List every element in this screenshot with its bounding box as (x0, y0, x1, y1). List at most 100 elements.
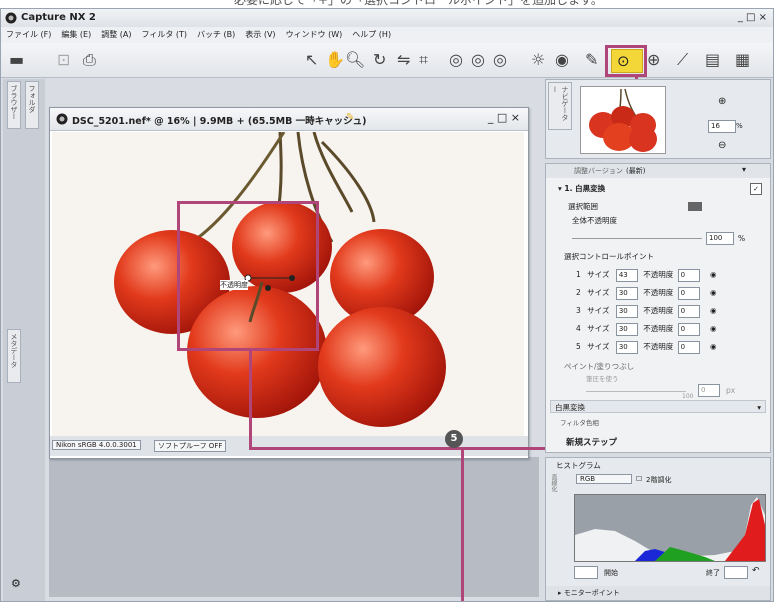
histogram-start-field[interactable] (574, 566, 598, 579)
monitor-point-label: モニターポイント (563, 589, 620, 597)
arrow-tool-icon[interactable]: ↖ (305, 52, 318, 68)
tab-folder[interactable]: フォルダ (25, 81, 39, 129)
document-title: DSC_5201.nef* @ 16% | 9.9MB + (65.5MB 一時… (72, 116, 367, 127)
crop-icon[interactable]: ⌗ (419, 52, 428, 68)
point-size-field[interactable]: 43 (615, 268, 638, 282)
point-opacity-field[interactable]: 0 (677, 304, 700, 318)
menu-view[interactable]: 表示 (V) (240, 27, 280, 42)
zoom-value-field[interactable]: 16 (708, 120, 736, 133)
reset-icon[interactable]: ↶ (752, 566, 760, 576)
color-control-point-icon[interactable]: ⊕ (647, 52, 660, 68)
tab-browser[interactable]: ブラウザー (7, 81, 21, 129)
end-label: 終了 (706, 569, 720, 577)
point-size-field[interactable]: 30 (615, 340, 638, 354)
control-point-row[interactable]: 2 サイズ 30 不透明度 0 ◉ (576, 286, 773, 300)
point-size-label: サイズ (587, 342, 610, 351)
white-point-icon[interactable]: ◎ (493, 52, 507, 68)
app-window: Capture NX 2 _ □ × ファイル (F) 編集 (E) 調整 (A) フ… (0, 8, 774, 602)
tab-metadata[interactable]: メタデータ (7, 329, 21, 383)
point-visibility-icon[interactable]: ◉ (710, 288, 717, 297)
window-controls[interactable]: _ □ × (738, 12, 767, 23)
bw-conversion-row[interactable]: 白黒変換 ▾ (550, 400, 766, 413)
menu-file[interactable]: ファイル (F) (1, 27, 56, 42)
menu-edit[interactable]: 編集 (E) (56, 27, 96, 42)
point-visibility-icon[interactable]: ◉ (710, 270, 717, 279)
histogram-end-field[interactable] (724, 566, 748, 579)
point-size-label: サイズ (587, 324, 610, 333)
brush-slider[interactable] (586, 391, 686, 392)
menu-batch[interactable]: バッチ (B) (192, 27, 240, 42)
rotate-icon[interactable]: ↻ (373, 52, 386, 68)
point-size-field[interactable]: 30 (615, 304, 638, 318)
hand-tool-icon[interactable]: ✋ (325, 52, 345, 68)
neutral-point-icon[interactable]: ◎ (471, 52, 485, 68)
tab-navigator[interactable]: ナビゲーター (548, 82, 572, 130)
print-icon[interactable]: ⎙ (83, 52, 96, 68)
point-size-field[interactable]: 30 (615, 286, 638, 300)
highlight-frame-image (177, 201, 319, 351)
bw-dropdown-arrow-icon[interactable]: ▾ (757, 401, 761, 414)
zoom-tool-icon[interactable]: 🔍︎ (345, 52, 365, 68)
fill-icon[interactable]: ▤ (705, 52, 720, 68)
left-tab-strip: ブラウザー フォルダ メタデータ ⚙ (3, 79, 45, 601)
zoom-out-icon[interactable]: ⊖ (718, 140, 726, 151)
toolbar: ▬ ⊡ ⎙ ↖ ✋ 🔍︎ ↻ ⇋ ⌗ ◎ ◎ ◎ ☼ ◉ ✎ ⊙ ⊕ ⟋ ▤ ▦ (1, 43, 773, 78)
point-visibility-icon[interactable]: ◉ (710, 306, 717, 315)
thumbnail-image (589, 88, 657, 152)
control-point-row[interactable]: 3 サイズ 30 不透明度 0 ◉ (576, 304, 773, 318)
monitor-point-row[interactable]: ▸ モニターポイント (546, 586, 770, 600)
new-step-button[interactable]: 新規ステップ (566, 436, 617, 448)
browser-toggle-icon[interactable]: ▬ (9, 52, 24, 68)
brush-value-field[interactable]: 0 (698, 384, 720, 397)
navigator-panel: ナビゲーター ⊕ 16 % ⊖ (545, 79, 771, 159)
menu-bar: ファイル (F) 編集 (E) 調整 (A) フィルタ (T) バッチ (B) 表示 (V… (1, 27, 773, 43)
overall-opacity-row: 100 % (572, 232, 773, 246)
document-window-controls[interactable]: _ □ × (488, 111, 520, 124)
point-visibility-icon[interactable]: ◉ (710, 324, 717, 333)
point-visibility-icon[interactable]: ◉ (710, 342, 717, 351)
compare-icon[interactable]: ⊡ (57, 52, 70, 68)
red-eye-icon[interactable]: ☼ (531, 52, 545, 68)
point-number: 3 (576, 306, 581, 315)
selection-range-row: 選択範囲 (568, 200, 773, 214)
control-point-row[interactable]: 4 サイズ 30 不透明度 0 ◉ (576, 322, 773, 336)
control-point-row[interactable]: 5 サイズ 30 不透明度 0 ◉ (576, 340, 773, 354)
step-title-row[interactable]: ▾ 1. 白黒変換 ✓ (558, 182, 764, 196)
zoom-in-icon[interactable]: ⊕ (718, 96, 726, 107)
gradient-icon[interactable]: ⟋ (677, 52, 688, 68)
point-number: 5 (576, 342, 581, 351)
mode-checkbox[interactable]: ☐ (636, 475, 642, 483)
black-point-icon[interactable]: ◎ (449, 52, 463, 68)
histogram-tab[interactable]: ヒストグラム (556, 460, 601, 471)
auto-retouch-icon[interactable]: ◉ (555, 52, 569, 68)
control-point-row[interactable]: 1 サイズ 43 不透明度 0 ◉ (576, 268, 773, 282)
channel-dropdown[interactable]: RGB (576, 474, 632, 484)
brush-icon[interactable]: ▦ (735, 52, 750, 68)
point-number: 1 (576, 270, 581, 279)
point-opacity-field[interactable]: 0 (677, 322, 700, 336)
menu-filter[interactable]: フィルタ (T) (137, 27, 193, 42)
expand-step-icon[interactable]: ▾ (558, 184, 562, 193)
workspace-background (49, 457, 539, 597)
overall-opacity-field[interactable]: 100 (706, 232, 734, 245)
version-dropdown-arrow-icon[interactable]: ▾ (742, 165, 746, 174)
overall-opacity-slider[interactable] (572, 238, 702, 239)
navigator-thumbnail[interactable] (580, 86, 666, 154)
version-dropdown[interactable]: (最新) (626, 166, 645, 176)
zoom-unit: % (736, 122, 743, 130)
menu-window[interactable]: ウィンドウ (W) (281, 27, 348, 42)
point-opacity-label: 不透明度 (643, 288, 674, 297)
softproof-dropdown[interactable]: ソフトプルーフ OFF (154, 440, 227, 452)
step-enabled-checkbox[interactable]: ✓ (750, 183, 762, 195)
lasso-icon[interactable]: ✎ (585, 52, 598, 68)
point-size-field[interactable]: 30 (615, 322, 638, 336)
mask-preview-icon[interactable] (688, 202, 702, 211)
point-opacity-field[interactable]: 0 (677, 268, 700, 282)
straighten-icon[interactable]: ⇋ (397, 52, 410, 68)
menu-adjust[interactable]: 調整 (A) (96, 27, 136, 42)
histogram-graph[interactable] (574, 494, 766, 562)
point-opacity-field[interactable]: 0 (677, 340, 700, 354)
settings-gear-icon[interactable]: ⚙ (11, 577, 21, 590)
point-opacity-field[interactable]: 0 (677, 286, 700, 300)
menu-help[interactable]: ヘルプ (H) (347, 27, 396, 42)
